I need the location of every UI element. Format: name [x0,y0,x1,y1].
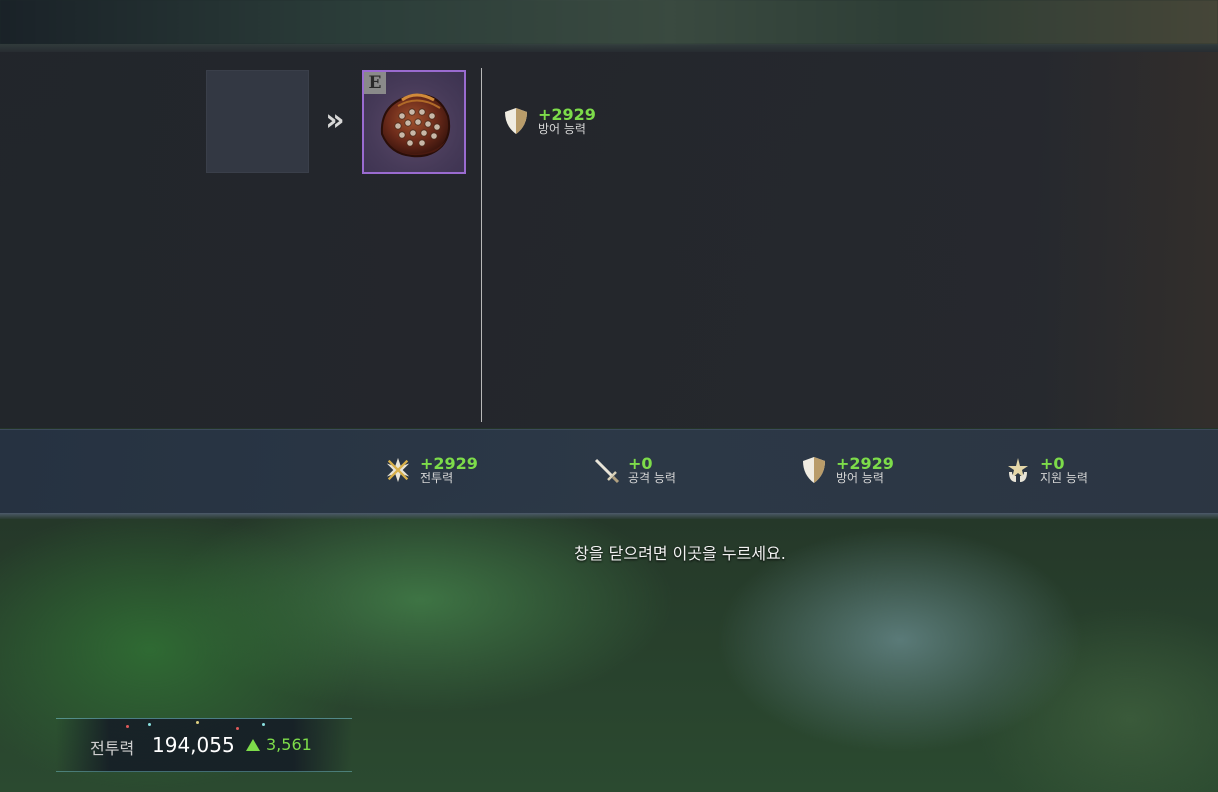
sparkle [236,727,239,730]
crossed-swords-icon [384,455,412,485]
shield-icon [800,455,828,485]
sparkle [262,723,265,726]
support-star-icon [1004,455,1032,485]
summary-label: 공격 능력 [628,470,676,485]
stat-label: 방어 능력 [538,121,586,136]
combat-power-display: 전투력 194,055 3,561 [56,718,352,772]
panel-divider [481,68,482,422]
summary-combat-power: +2929 전투력 [384,455,478,485]
shoulder-armor-icon [380,93,451,158]
sword-icon [592,455,620,485]
double-chevron-right-icon: » [325,103,345,138]
summary-value: +2929 [420,453,478,473]
summary-attack: +0 공격 능력 [592,455,676,485]
combat-power-label: 전투력 [90,739,135,758]
summary-value: +2929 [836,453,894,473]
item-stat-defense: +2929 방어 능력 [502,106,596,136]
sparkle [196,721,199,724]
shield-icon [502,106,530,136]
summary-support: +0 지원 능력 [1004,455,1088,485]
summary-label: 지원 능력 [1040,470,1088,485]
summary-label: 방어 능력 [836,470,884,485]
summary-value: +0 [628,453,653,473]
current-equipment-slot[interactable] [206,70,309,173]
summary-defense: +2929 방어 능력 [800,455,894,485]
summary-label: 전투력 [420,470,454,485]
sparkle [126,725,129,728]
stat-value: +2929 [538,104,596,124]
panel-top-edge [0,44,1218,52]
increase-arrow-icon [246,739,260,751]
equipment-compare-panel [0,52,1218,428]
combat-power-value: 194,055 [152,733,235,757]
summary-value: +0 [1040,453,1065,473]
item-grade-badge: E [364,72,386,94]
sparkle [148,723,151,726]
background-top-band [0,0,1218,44]
stat-bar-edge [0,513,1218,519]
close-hint-text[interactable]: 창을 닫으려면 이곳을 누르세요. [0,540,1218,564]
new-equipment-slot[interactable]: E [362,70,466,174]
combat-power-delta: 3,561 [266,735,312,754]
